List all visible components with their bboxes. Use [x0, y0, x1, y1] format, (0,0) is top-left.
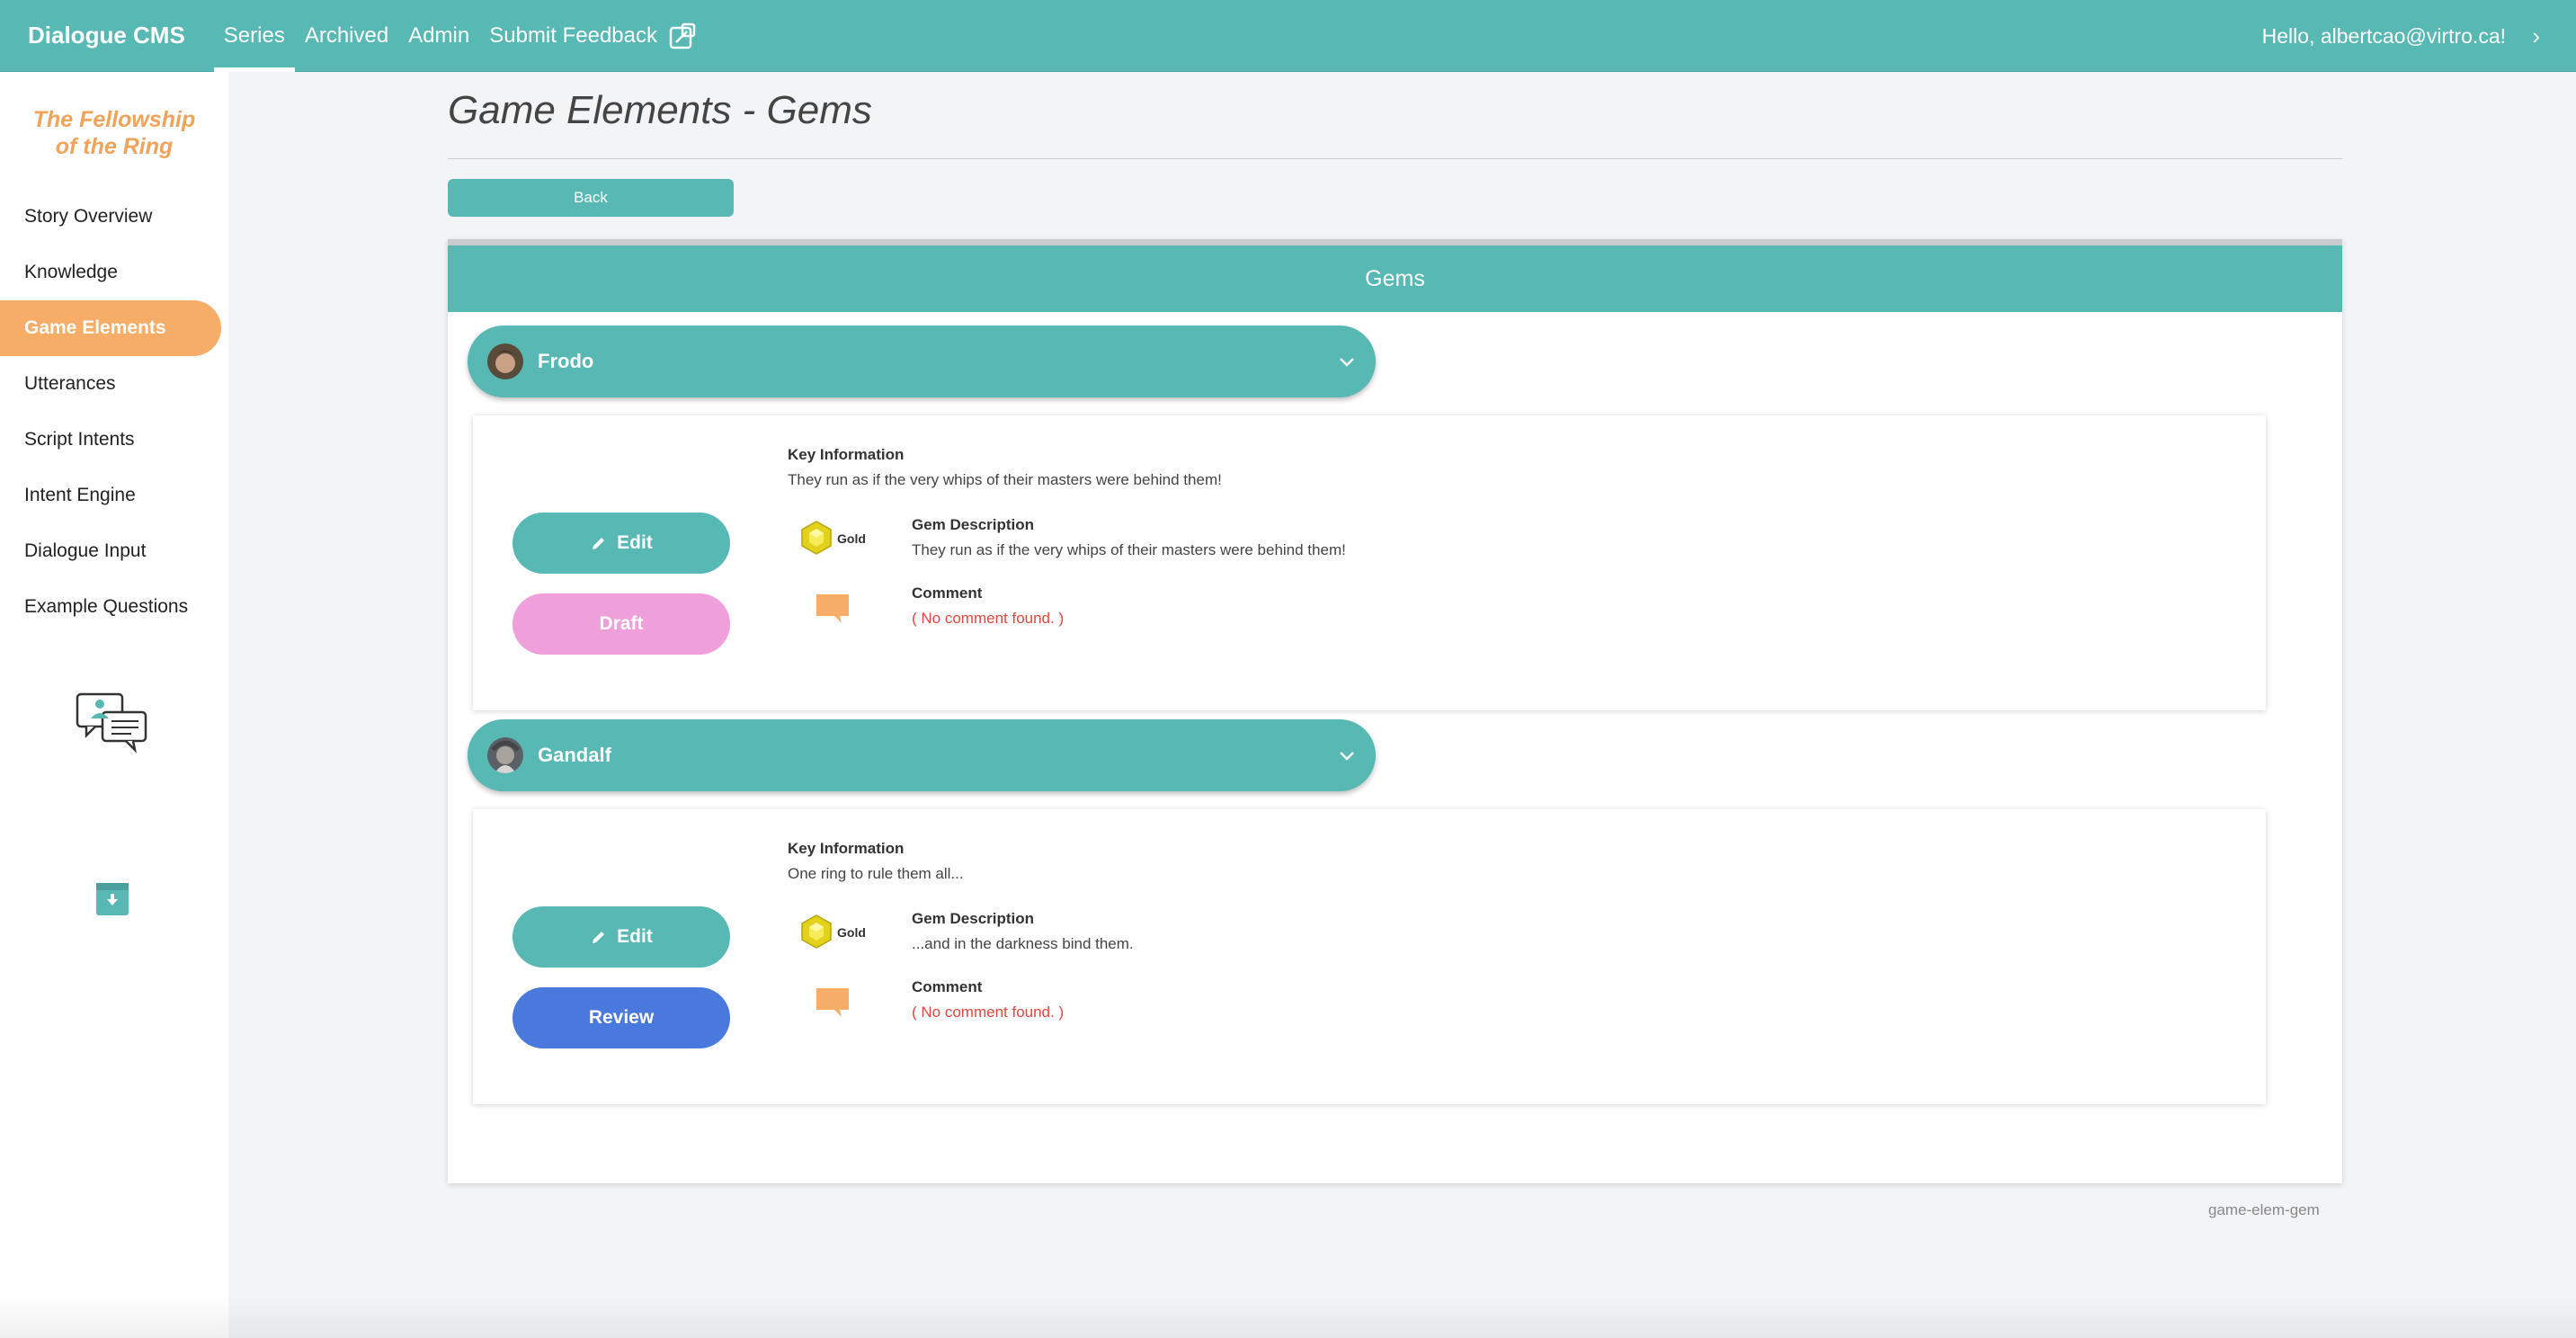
archive-download-icon[interactable] — [94, 881, 130, 917]
sidebar-item-story-overview[interactable]: Story Overview — [0, 189, 196, 245]
sidebar-item-dialogue-input[interactable]: Dialogue Input — [0, 523, 196, 579]
comment-icon — [816, 594, 849, 623]
sidebar-item-script-intents[interactable]: Script Intents — [0, 412, 196, 468]
gems-card: Gems Frodo Edit Draft Key Information Th… — [448, 239, 2342, 1183]
gem-type-label: Gold — [837, 531, 866, 546]
page-bottom-fade — [228, 1295, 2576, 1338]
submit-feedback-label: Submit Feedback — [489, 22, 657, 48]
key-info-text: One ring to rule them all... — [788, 865, 964, 882]
sidebar-item-utterances[interactable]: Utterances — [0, 356, 196, 412]
story-title: The Fellowship of the Ring — [0, 106, 228, 160]
comment-icon — [816, 988, 849, 1017]
comment-label: Comment — [912, 978, 983, 995]
key-info-text: They run as if the very whips of their m… — [788, 471, 1222, 488]
gems-card-header: Gems — [448, 239, 2342, 312]
page-id-tag: game-elem-gem — [2208, 1201, 2320, 1218]
comment-text: ( No comment found. ) — [912, 1004, 1065, 1021]
status-button-review[interactable]: Review — [513, 987, 730, 1048]
title-divider — [448, 158, 2342, 159]
edit-button[interactable]: Edit — [513, 513, 730, 574]
gem-description-label: Gem Description — [912, 910, 1035, 927]
gem-description-label: Gem Description — [912, 516, 1035, 533]
chevron-down-icon[interactable] — [1336, 745, 1358, 766]
page-title: Game Elements - Gems — [448, 88, 872, 132]
avatar-frodo — [487, 343, 523, 379]
gem-description-text: They run as if the very whips of their m… — [912, 541, 1346, 558]
sidebar-item-knowledge[interactable]: Knowledge — [0, 245, 196, 300]
character-bar-frodo[interactable]: Frodo — [468, 326, 1376, 397]
sidebar-bottom-fade — [0, 1295, 228, 1338]
key-info-label: Key Information — [788, 840, 905, 857]
pencil-icon — [593, 538, 605, 549]
character-name: Gandalf — [538, 744, 611, 766]
comment-text: ( No comment found. ) — [912, 610, 1065, 627]
sidebar-item-example-questions[interactable]: Example Questions — [0, 579, 196, 635]
pencil-icon — [593, 932, 605, 943]
edit-label: Edit — [617, 532, 653, 553]
character-bar-gandalf[interactable]: Gandalf — [468, 719, 1376, 791]
gold-gem-icon — [801, 521, 832, 555]
top-navbar: Dialogue CMS Series Archived Admin Submi… — [0, 0, 2576, 72]
gem-panel-gandalf: Edit Review Key Information One ring to … — [473, 809, 2266, 1104]
user-menu-chevron-icon[interactable]: › — [2532, 0, 2540, 72]
chevron-down-icon[interactable] — [1336, 351, 1358, 372]
edit-label: Edit — [617, 926, 653, 947]
external-link-icon — [669, 22, 695, 49]
character-name: Frodo — [538, 350, 594, 372]
chat-users-icon[interactable] — [74, 691, 149, 754]
sidebar-item-game-elements[interactable]: Game Elements — [0, 300, 221, 356]
edit-button[interactable]: Edit — [513, 906, 730, 968]
nav-submit-feedback[interactable]: Submit Feedback — [479, 0, 705, 72]
story-title-line2: of the Ring — [55, 134, 174, 159]
nav-series[interactable]: Series — [213, 0, 295, 72]
sidebar-item-intent-engine[interactable]: Intent Engine — [0, 468, 196, 523]
user-greeting[interactable]: Hello, albertcao@virtro.ca! — [2262, 0, 2506, 72]
gold-gem-icon — [801, 914, 832, 949]
comment-label: Comment — [912, 584, 983, 602]
gem-type-label: Gold — [837, 925, 866, 940]
app-brand[interactable]: Dialogue CMS — [28, 22, 185, 49]
back-button[interactable]: Back — [448, 179, 734, 217]
status-button-draft[interactable]: Draft — [513, 593, 730, 655]
avatar-gandalf — [487, 737, 523, 773]
nav-archived[interactable]: Archived — [295, 0, 398, 72]
nav-admin[interactable]: Admin — [398, 0, 479, 72]
key-info-label: Key Information — [788, 446, 905, 463]
story-title-line1: The Fellowship — [32, 107, 196, 132]
gem-description-text: ...and in the darkness bind them. — [912, 935, 1134, 952]
gem-panel-frodo: Edit Draft Key Information They run as i… — [473, 415, 2266, 710]
sidebar: The Fellowship of the Ring Story Overvie… — [0, 72, 228, 1338]
